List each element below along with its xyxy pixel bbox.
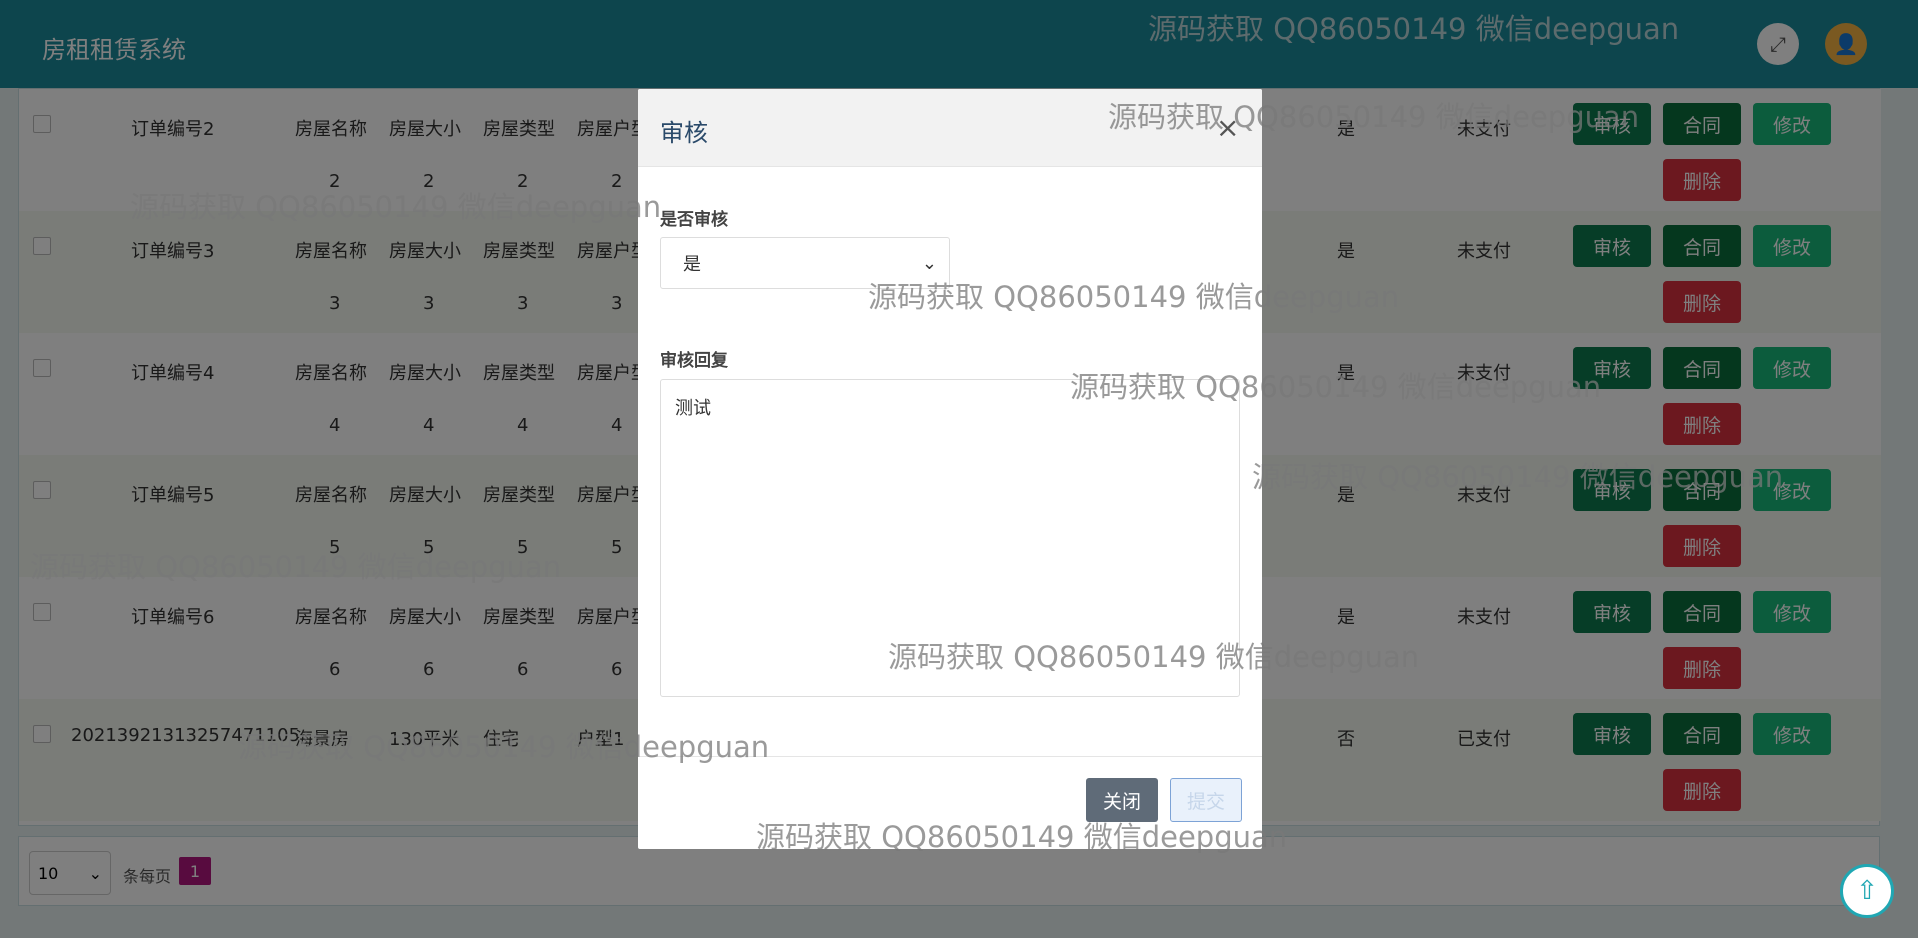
modal-header: 审核 × [638,89,1262,167]
audit-status-value: 是 [683,254,701,275]
submit-button[interactable]: 提交 [1170,778,1242,822]
chevron-down-icon: ⌄ [921,252,937,274]
modal-title: 审核 [660,119,708,147]
audit-status-label: 是否审核 [660,210,728,230]
audit-reply-textarea[interactable]: 测试 [660,379,1240,697]
close-icon[interactable]: × [1216,111,1239,144]
audit-reply-label: 审核回复 [660,351,728,371]
modal-footer: 关闭 提交 [638,756,1262,849]
audit-modal: 审核 × 是否审核 是 ⌄ 审核回复 测试 关闭 提交 [638,89,1262,849]
audit-status-select[interactable]: 是 ⌄ [660,237,950,289]
close-button[interactable]: 关闭 [1086,778,1158,822]
back-to-top-icon[interactable]: ⇧ [1840,864,1894,918]
